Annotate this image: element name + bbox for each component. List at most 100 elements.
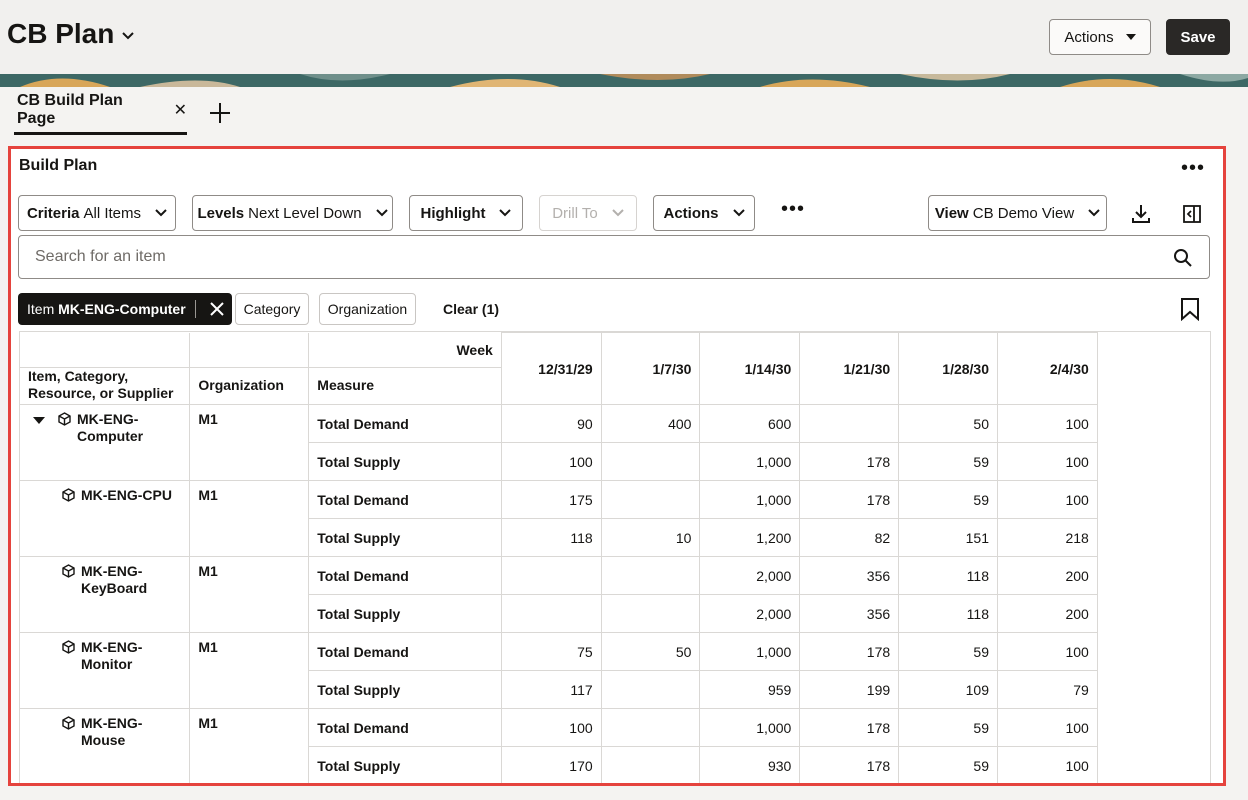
value-cell[interactable]: 151 [898, 518, 998, 557]
header-actions-button[interactable]: Actions [1049, 19, 1151, 55]
value-cell[interactable] [600, 556, 701, 595]
value-cell[interactable]: 59 [898, 442, 998, 481]
toolbar-more-icon[interactable]: ••• [781, 199, 805, 219]
measure-cell[interactable]: Total Demand [308, 632, 502, 671]
value-cell[interactable] [600, 670, 701, 709]
value-cell[interactable]: 2,000 [699, 594, 801, 633]
item-cell[interactable]: MK-ENG- Computer [20, 404, 191, 481]
value-cell[interactable]: 100 [997, 442, 1098, 481]
levels-button[interactable]: Levels Next Level Down [192, 195, 393, 231]
value-cell[interactable]: 100 [997, 746, 1098, 783]
item-column-header[interactable]: Item, Category, Resource, or Supplier [20, 367, 191, 405]
value-cell[interactable]: 199 [799, 670, 900, 709]
measure-cell[interactable]: Total Supply [308, 594, 502, 633]
tab-cb-build-plan[interactable]: CB Build Plan Page ✕ [14, 87, 187, 135]
item-cell[interactable]: MK-ENG- KeyBoard [20, 556, 191, 633]
measure-cell[interactable]: Total Demand [308, 480, 502, 519]
value-cell[interactable]: 59 [898, 746, 998, 783]
measure-cell[interactable]: Total Demand [308, 404, 502, 443]
plan-title[interactable]: CB Plan [7, 18, 136, 50]
highlight-button[interactable]: Highlight [409, 195, 523, 231]
value-cell[interactable] [799, 404, 900, 443]
value-cell[interactable]: 930 [699, 746, 801, 783]
organization-cell[interactable]: M1 [189, 556, 310, 633]
measure-cell[interactable]: Total Supply [308, 746, 502, 783]
close-icon[interactable]: ✕ [174, 100, 187, 120]
item-cell[interactable]: MK-ENG-CPU [20, 480, 191, 557]
value-cell[interactable]: 117 [500, 670, 602, 709]
value-cell[interactable]: 118 [898, 556, 998, 595]
organization-cell[interactable]: M1 [189, 404, 310, 481]
value-cell[interactable] [600, 708, 701, 747]
value-cell[interactable]: 59 [898, 708, 998, 747]
value-cell[interactable]: 1,000 [699, 480, 801, 519]
value-cell[interactable]: 1,000 [699, 442, 801, 481]
value-cell[interactable]: 100 [500, 708, 602, 747]
week-column-header[interactable]: 1/28/30 [898, 332, 998, 405]
toolbar-actions-button[interactable]: Actions [653, 195, 755, 231]
measure-cell[interactable]: Total Supply [308, 670, 502, 709]
week-column-header[interactable]: 1/14/30 [699, 332, 801, 405]
category-filter-chip[interactable]: Category [235, 293, 309, 325]
value-cell[interactable]: 1,000 [699, 632, 801, 671]
organization-cell[interactable]: M1 [189, 708, 310, 783]
remove-filter-icon[interactable] [202, 293, 232, 325]
download-icon[interactable] [1130, 203, 1152, 225]
value-cell[interactable]: 178 [799, 708, 900, 747]
value-cell[interactable]: 118 [500, 518, 602, 557]
value-cell[interactable]: 356 [799, 594, 900, 633]
organization-filter-chip[interactable]: Organization [319, 293, 416, 325]
value-cell[interactable]: 118 [898, 594, 998, 633]
bookmark-icon[interactable] [1179, 297, 1201, 321]
value-cell[interactable]: 59 [898, 480, 998, 519]
value-cell[interactable]: 175 [500, 480, 602, 519]
value-cell[interactable]: 170 [500, 746, 602, 783]
measure-cell[interactable]: Total Demand [308, 556, 502, 595]
value-cell[interactable] [600, 480, 701, 519]
measure-cell[interactable]: Total Supply [308, 518, 502, 557]
value-cell[interactable]: 100 [997, 632, 1098, 671]
value-cell[interactable]: 59 [898, 632, 998, 671]
criteria-button[interactable]: Criteria All Items [18, 195, 176, 231]
value-cell[interactable]: 356 [799, 556, 900, 595]
value-cell[interactable]: 959 [699, 670, 801, 709]
value-cell[interactable]: 82 [799, 518, 900, 557]
value-cell[interactable]: 100 [500, 442, 602, 481]
value-cell[interactable]: 100 [997, 404, 1098, 443]
collapse-triangle-icon[interactable] [32, 411, 46, 431]
value-cell[interactable] [600, 442, 701, 481]
value-cell[interactable]: 100 [997, 708, 1098, 747]
view-button[interactable]: View CB Demo View [928, 195, 1107, 231]
value-cell[interactable]: 178 [799, 442, 900, 481]
value-cell[interactable]: 50 [898, 404, 998, 443]
value-cell[interactable]: 400 [600, 404, 701, 443]
value-cell[interactable]: 109 [898, 670, 998, 709]
value-cell[interactable]: 75 [500, 632, 602, 671]
value-cell[interactable]: 218 [997, 518, 1098, 557]
value-cell[interactable]: 178 [799, 480, 900, 519]
organization-column-header[interactable]: Organization [189, 367, 310, 405]
measure-column-header[interactable]: Measure [308, 367, 502, 405]
search-input[interactable] [35, 248, 1135, 266]
value-cell[interactable] [600, 746, 701, 783]
value-cell[interactable]: 79 [997, 670, 1098, 709]
week-column-header[interactable]: 12/31/29 [500, 332, 602, 405]
measure-cell[interactable]: Total Demand [308, 708, 502, 747]
item-cell[interactable]: MK-ENG- Monitor [20, 632, 191, 709]
value-cell[interactable] [500, 594, 602, 633]
value-cell[interactable]: 1,000 [699, 708, 801, 747]
item-search[interactable] [18, 235, 1210, 279]
value-cell[interactable]: 2,000 [699, 556, 801, 595]
panel-more-icon[interactable]: ••• [1181, 158, 1205, 178]
value-cell[interactable] [600, 594, 701, 633]
organization-cell[interactable]: M1 [189, 632, 310, 709]
item-filter-chip[interactable]: Item MK-ENG-Computer [18, 293, 232, 325]
value-cell[interactable]: 100 [997, 480, 1098, 519]
value-cell[interactable]: 1,200 [699, 518, 801, 557]
value-cell[interactable]: 50 [600, 632, 701, 671]
item-cell[interactable]: MK-ENG- Mouse [20, 708, 191, 783]
value-cell[interactable]: 178 [799, 746, 900, 783]
value-cell[interactable]: 178 [799, 632, 900, 671]
organization-cell[interactable]: M1 [189, 480, 310, 557]
add-tab-icon[interactable] [206, 99, 234, 127]
